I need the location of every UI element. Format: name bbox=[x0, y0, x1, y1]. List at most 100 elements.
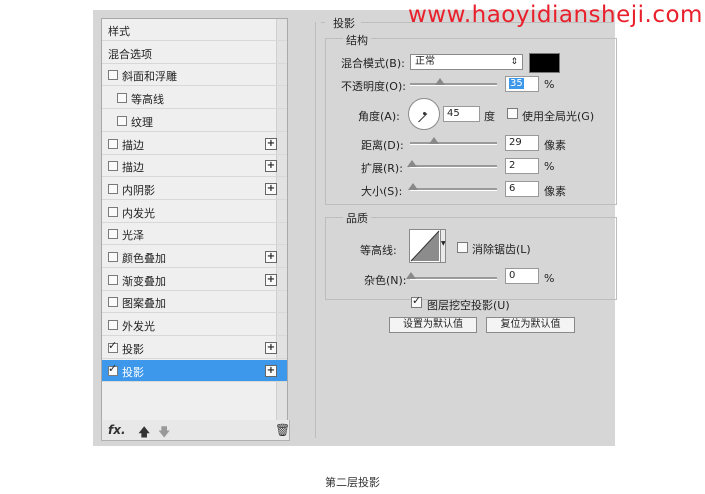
style-item-checkbox[interactable] bbox=[108, 320, 118, 331]
style-item[interactable]: 纹理 bbox=[102, 110, 287, 132]
style-item[interactable]: 图案叠加 bbox=[102, 291, 287, 314]
noise-slider-thumb[interactable] bbox=[406, 272, 416, 279]
add-effect-plus-icon[interactable]: + bbox=[265, 273, 277, 286]
style-item[interactable]: 描边 + bbox=[102, 155, 287, 178]
shadow-color-swatch[interactable] bbox=[529, 53, 560, 73]
watermark: www.haoyidiansheji.com bbox=[408, 2, 703, 28]
style-item-label: 内发光 bbox=[122, 206, 155, 220]
angle-unit: 度 bbox=[484, 110, 495, 123]
spread-slider-thumb[interactable] bbox=[407, 160, 417, 167]
reset-default-button[interactable]: 复位为默认值 bbox=[486, 317, 575, 333]
size-slider[interactable] bbox=[408, 183, 497, 191]
add-effect-plus-icon[interactable]: + bbox=[265, 364, 277, 377]
spread-slider[interactable] bbox=[407, 160, 497, 168]
fx-button[interactable]: fx. bbox=[108, 423, 126, 437]
add-effect-plus-icon[interactable]: + bbox=[265, 251, 277, 263]
chevron-updown-icon: ⇕ bbox=[510, 57, 518, 67]
style-item-label: 描边 bbox=[122, 161, 144, 175]
contour-label: 等高线: bbox=[360, 244, 397, 257]
structure-title: 结构 bbox=[343, 32, 371, 48]
contour-curve-icon bbox=[410, 230, 440, 262]
style-item-checkbox[interactable] bbox=[117, 93, 127, 104]
noise-slider[interactable] bbox=[406, 272, 497, 280]
contour-dropdown[interactable]: ▼ bbox=[440, 229, 446, 263]
blend-mode-label: 混合模式(B): bbox=[341, 57, 405, 70]
distance-slider[interactable] bbox=[410, 137, 497, 145]
make-default-button[interactable]: 设置为默认值 bbox=[389, 317, 477, 333]
style-item-label: 斜面和浮雕 bbox=[122, 70, 177, 84]
style-item-label: 颜色叠加 bbox=[122, 252, 166, 265]
style-item-checkbox[interactable] bbox=[108, 206, 118, 217]
style-item-label: 描边 bbox=[122, 138, 144, 152]
style-list: 样式 混合选项 斜面和浮雕 等高线 纹理 描边 + 描边 + 内阴影 + 内发光 光泽 颜色叠加 + 渐变叠加… bbox=[101, 18, 288, 421]
style-item-label: 投影 bbox=[122, 342, 144, 356]
quality-title: 品质 bbox=[343, 210, 371, 226]
size-slider-thumb[interactable] bbox=[408, 183, 418, 190]
style-item-checkbox[interactable] bbox=[108, 252, 118, 262]
distance-slider-thumb[interactable] bbox=[429, 137, 439, 144]
arrow-up-icon[interactable]: 🡅 bbox=[138, 423, 150, 444]
style-item[interactable]: 光泽 bbox=[102, 223, 287, 246]
add-effect-plus-icon[interactable]: + bbox=[265, 341, 277, 354]
antialias-checkbox[interactable] bbox=[457, 242, 468, 253]
group-line bbox=[321, 22, 325, 23]
size-unit: 像素 bbox=[544, 185, 566, 198]
style-item-label: 光泽 bbox=[122, 229, 144, 243]
chevron-down-icon: ▼ bbox=[441, 240, 446, 247]
style-item-label: 投影 bbox=[122, 365, 144, 379]
style-item[interactable]: 内阴影 + bbox=[102, 178, 287, 200]
style-item[interactable]: 外发光 bbox=[102, 314, 287, 337]
opacity-unit: % bbox=[544, 78, 555, 91]
opacity-slider-thumb[interactable] bbox=[435, 78, 446, 85]
style-item[interactable]: 描边 + bbox=[102, 133, 287, 155]
angle-label: 角度(A): bbox=[358, 110, 400, 123]
style-item-checkbox[interactable] bbox=[108, 229, 118, 240]
angle-input[interactable]: 45 bbox=[443, 106, 480, 122]
noise-input[interactable]: 0 bbox=[505, 268, 539, 284]
spread-unit: % bbox=[544, 160, 555, 173]
angle-dial[interactable] bbox=[408, 98, 440, 130]
style-item[interactable]: 样式 bbox=[102, 19, 287, 41]
add-effect-plus-icon[interactable]: + bbox=[265, 182, 277, 195]
style-item-label: 内阴影 bbox=[122, 183, 155, 197]
style-item[interactable]: 投影 + bbox=[102, 337, 287, 359]
add-effect-plus-icon[interactable]: + bbox=[265, 160, 277, 173]
style-item[interactable]: 混合选项 bbox=[102, 42, 287, 64]
antialias-label: 消除锯齿(L) bbox=[472, 243, 531, 256]
style-item-checkbox[interactable] bbox=[108, 138, 118, 149]
style-item-label: 混合选项 bbox=[108, 47, 152, 61]
global-light-checkbox[interactable] bbox=[507, 108, 518, 119]
trash-icon[interactable]: 🗑 bbox=[275, 423, 290, 437]
style-item-checkbox[interactable] bbox=[108, 339, 118, 353]
contour-preview[interactable] bbox=[409, 229, 441, 263]
distance-input[interactable]: 29 bbox=[505, 135, 539, 151]
distance-label: 距离(D): bbox=[361, 139, 404, 152]
style-item-checkbox[interactable] bbox=[108, 274, 118, 285]
opacity-slider[interactable] bbox=[410, 78, 497, 86]
style-item[interactable]: 斜面和浮雕 bbox=[102, 64, 287, 87]
style-item[interactable]: 投影 + bbox=[102, 359, 287, 382]
angle-dial-center bbox=[423, 112, 426, 115]
opacity-input[interactable]: 35 bbox=[505, 76, 539, 92]
style-item-checkbox[interactable] bbox=[108, 70, 118, 81]
style-item-checkbox[interactable] bbox=[108, 297, 118, 308]
style-item-checkbox[interactable] bbox=[108, 362, 118, 376]
style-item[interactable]: 颜色叠加 + bbox=[102, 246, 287, 268]
blend-mode-select[interactable]: 正常 ⇕ bbox=[410, 54, 523, 70]
style-item-checkbox[interactable] bbox=[108, 161, 118, 172]
style-item-label: 样式 bbox=[108, 25, 130, 38]
size-label: 大小(S): bbox=[361, 185, 403, 198]
knockout-checkbox[interactable] bbox=[411, 294, 422, 308]
size-input[interactable]: 6 bbox=[505, 181, 539, 197]
style-item[interactable]: 渐变叠加 + bbox=[102, 269, 287, 291]
opacity-value: 35 bbox=[509, 78, 524, 89]
style-item[interactable]: 内发光 bbox=[102, 201, 287, 223]
arrow-down-icon[interactable]: 🡇 bbox=[158, 423, 170, 444]
layer-style-dialog: 样式 混合选项 斜面和浮雕 等高线 纹理 描边 + 描边 + 内阴影 + 内发光 光泽 颜色叠加 + 渐变叠加… bbox=[93, 10, 617, 446]
style-item-checkbox[interactable] bbox=[108, 183, 118, 194]
spread-input[interactable]: 2 bbox=[505, 158, 539, 174]
style-item[interactable]: 等高线 bbox=[102, 87, 287, 110]
add-effect-plus-icon[interactable]: + bbox=[265, 137, 277, 150]
style-item-checkbox[interactable] bbox=[117, 115, 127, 126]
image-caption: 第二层投影 bbox=[325, 476, 380, 489]
